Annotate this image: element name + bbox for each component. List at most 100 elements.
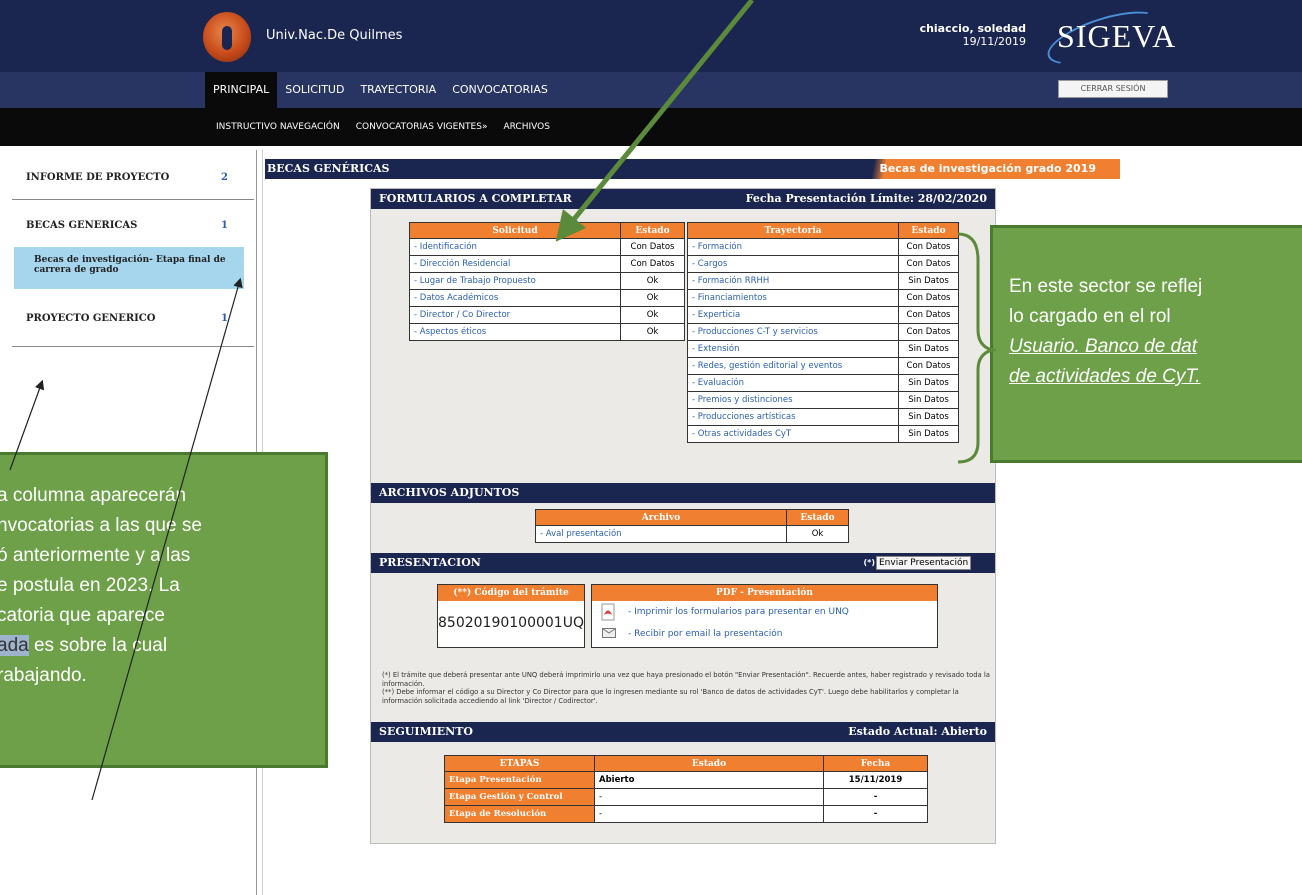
form-status: Sin Datos: [898, 425, 959, 443]
sidebar-item-becas[interactable]: BECAS GENERICAS 1: [12, 200, 254, 248]
table-row: Etapa Gestión y Control - -: [444, 788, 928, 806]
form-link[interactable]: - Evaluación: [687, 374, 899, 392]
form-link[interactable]: - Dirección Residencial: [409, 255, 621, 273]
col-fecha: Fecha: [823, 755, 928, 772]
nav-principal[interactable]: PRINCIPAL: [205, 72, 278, 108]
user-date: 19/11/2019: [962, 35, 1026, 48]
presentation-note: (*) El trámite que deberá presentar ante…: [382, 671, 990, 705]
form-status: Sin Datos: [898, 272, 959, 290]
form-link[interactable]: - Producciones C-T y servicios: [687, 323, 899, 341]
table-row: - Extensión Sin Datos: [687, 340, 959, 358]
stage-status: -: [594, 805, 824, 823]
main-nav: PRINCIPAL SOLICITUD TRAYECTORIA CONVOCAT…: [205, 72, 556, 108]
table-row: - Premios y distinciones Sin Datos: [687, 391, 959, 409]
tramite-code-box: (**) Código del trámite 85020190100001UQ: [437, 584, 585, 648]
col-archivo: Archivo: [535, 509, 787, 526]
logout-button[interactable]: CERRAR SESIÓN: [1058, 80, 1168, 98]
form-status: Ok: [620, 306, 685, 324]
form-link[interactable]: - Formación RRHH: [687, 272, 899, 290]
email-presentation-link[interactable]: - Recibir por email la presentación: [628, 629, 782, 639]
form-status: Sin Datos: [898, 374, 959, 392]
university-name: Univ.Nac.De Quilmes: [266, 28, 403, 43]
form-link[interactable]: - Formación: [687, 238, 899, 256]
stage-name: Etapa Presentación: [444, 771, 595, 789]
tramite-code: 85020190100001UQ: [438, 615, 584, 631]
form-link[interactable]: - Datos Académicos: [409, 289, 621, 307]
sidebar-selected-convocatoria[interactable]: Becas de investigación- Etapa final de c…: [14, 247, 244, 289]
mail-icon: [602, 628, 616, 638]
col-estado: Estado: [898, 222, 959, 239]
table-row: - Aspectos éticos Ok: [409, 323, 685, 341]
subnav-convocatorias-vigentes[interactable]: CONVOCATORIAS VIGENTES»: [356, 108, 488, 146]
table-row: Etapa de Resolución - -: [444, 805, 928, 823]
col-estado: Estado: [594, 755, 824, 772]
stage-date: -: [823, 805, 928, 823]
attach-section-header: ARCHIVOS ADJUNTOS: [371, 483, 995, 503]
form-link[interactable]: - Financiamientos: [687, 289, 899, 307]
pdf-header: PDF - Presentación: [592, 585, 937, 601]
user-name: chiaccio, soledad: [919, 22, 1026, 35]
tracking-section-header: SEGUIMIENTO Estado Actual: Abierto: [371, 722, 995, 742]
sidebar-item-informe[interactable]: INFORME DE PROYECTO 2: [12, 150, 254, 200]
form-link[interactable]: - Aspectos éticos: [409, 323, 621, 341]
stage-date: -: [823, 788, 928, 806]
form-link[interactable]: - Director / Co Director: [409, 306, 621, 324]
form-status: Con Datos: [898, 357, 959, 375]
stage-date: 15/11/2019: [823, 771, 928, 789]
nav-convocatorias[interactable]: CONVOCATORIAS: [444, 72, 556, 108]
current-status: Estado Actual: Abierto: [848, 725, 987, 738]
user-info: chiaccio, soledad 19/11/2019: [920, 22, 1026, 48]
stage-name: Etapa de Resolución: [444, 805, 595, 823]
form-link[interactable]: - Redes, gestión editorial y eventos: [687, 357, 899, 375]
table-row: - Formación Con Datos: [687, 238, 959, 256]
subnav-archivos[interactable]: ARCHIVOS: [503, 108, 549, 146]
solicitud-table: Solicitud Estado - Identificación Con Dato…: [409, 222, 685, 341]
callout-left: a columna aparecerán nvocatorias a las qu…: [0, 452, 328, 768]
form-link[interactable]: - Producciones artísticas: [687, 408, 899, 426]
col-trayectoria: Trayectoria: [687, 222, 899, 239]
stage-name: Etapa Gestión y Control: [444, 788, 595, 806]
form-link[interactable]: - Extensión: [687, 340, 899, 358]
form-status: Sin Datos: [898, 340, 959, 358]
pdf-icon: [601, 603, 615, 621]
sigeva-logo: SIGEVA: [1041, 0, 1175, 76]
col-estado: Estado: [620, 222, 685, 239]
attach-status: Ok: [786, 525, 849, 543]
form-link[interactable]: - Cargos: [687, 255, 899, 273]
stage-status: Abierto: [594, 771, 824, 789]
sidebar-item-proyecto[interactable]: PROYECTO GENERICO 1: [12, 295, 254, 347]
form-link[interactable]: - Otras actividades CyT: [687, 425, 899, 443]
form-link[interactable]: - Experticia: [687, 306, 899, 324]
page-title: BECAS GENÉRICAS: [267, 162, 390, 175]
table-row: - Aval presentación Ok: [535, 525, 849, 543]
sub-nav-bar: [0, 108, 1302, 146]
page-title-bar: BECAS GENÉRICAS Becas de investigación g…: [265, 159, 1120, 179]
form-link[interactable]: - Identificación: [409, 238, 621, 256]
page-subtitle: Becas de investigación grado 2019: [820, 159, 1120, 179]
table-row: - Datos Académicos Ok: [409, 289, 685, 307]
nav-trayectoria[interactable]: TRAYECTORIA: [352, 72, 444, 108]
nav-solicitud[interactable]: SOLICITUD: [277, 72, 352, 108]
print-forms-link[interactable]: - Imprimir los formularios para presenta…: [628, 607, 849, 617]
attach-link[interactable]: - Aval presentación: [535, 525, 787, 543]
form-status: Ok: [620, 289, 685, 307]
tramite-code-header: (**) Código del trámite: [438, 585, 584, 601]
table-row: - Identificación Con Datos: [409, 238, 685, 256]
trayectoria-table: Trayectoria Estado - Formación Con Datos - …: [687, 222, 959, 443]
attach-table: Archivo Estado - Aval presentación Ok: [535, 509, 849, 543]
send-presentation-button[interactable]: Enviar Presentación: [876, 556, 972, 570]
form-link[interactable]: - Premios y distinciones: [687, 391, 899, 409]
table-row: - Otras actividades CyT Sin Datos: [687, 425, 959, 443]
form-status: Con Datos: [898, 255, 959, 273]
form-link[interactable]: - Lugar de Trabajo Propuesto: [409, 272, 621, 290]
form-status: Sin Datos: [898, 408, 959, 426]
col-estado: Estado: [786, 509, 849, 526]
table-row: - Financiamientos Con Datos: [687, 289, 959, 307]
form-status: Ok: [620, 272, 685, 290]
table-row: - Lugar de Trabajo Propuesto Ok: [409, 272, 685, 290]
table-row: - Formación RRHH Sin Datos: [687, 272, 959, 290]
subnav-instructivo[interactable]: INSTRUCTIVO NAVEGACIÓN: [216, 108, 340, 146]
col-etapas: ETAPAS: [444, 755, 595, 772]
table-row: Etapa Presentación Abierto 15/11/2019: [444, 771, 928, 789]
tracking-table: ETAPAS Estado Fecha Etapa Presentación Abie…: [444, 755, 928, 823]
